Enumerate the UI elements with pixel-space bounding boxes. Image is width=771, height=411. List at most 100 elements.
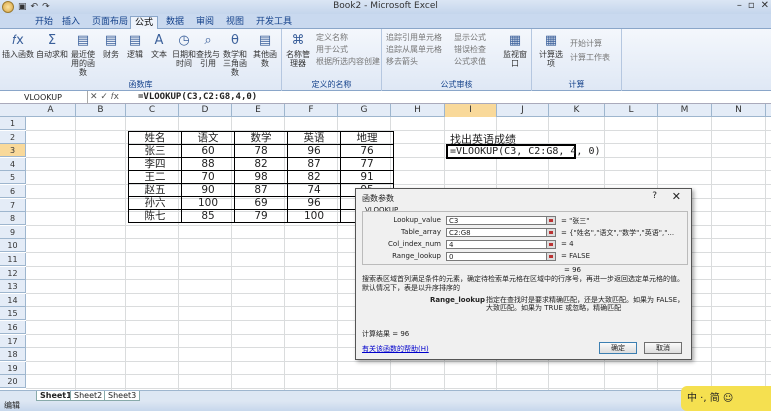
ime-toolbar[interactable]: 中 ·, 简 ☺ bbox=[681, 386, 771, 411]
table-cell[interactable]: 100 bbox=[181, 196, 235, 210]
tab-review[interactable]: 审阅 bbox=[192, 16, 218, 29]
table-cell[interactable]: 85 bbox=[181, 209, 235, 223]
column-header[interactable]: G bbox=[338, 104, 391, 117]
formula-input[interactable]: =VLOOKUP(C3,C2:G8,4,0) bbox=[138, 91, 257, 104]
column-header[interactable]: N bbox=[712, 104, 766, 117]
table-cell[interactable]: 78 bbox=[234, 144, 288, 158]
column-header[interactable]: A bbox=[26, 104, 76, 117]
table-cell[interactable]: 96 bbox=[287, 144, 341, 158]
arg-input[interactable]: 0 bbox=[446, 252, 552, 261]
collapse-dialog-icon[interactable] bbox=[546, 240, 556, 249]
row-header[interactable]: 15 bbox=[0, 307, 26, 321]
remove-arrows-button[interactable]: 移去箭头 bbox=[386, 57, 418, 66]
row-header[interactable]: 10 bbox=[0, 239, 26, 253]
tab-view[interactable]: 视图 bbox=[222, 16, 248, 29]
row-header[interactable]: 19 bbox=[0, 361, 26, 375]
row-header[interactable]: 16 bbox=[0, 321, 26, 334]
row-header[interactable]: 1 bbox=[0, 117, 26, 130]
row-header[interactable]: 7 bbox=[0, 198, 26, 212]
collapse-dialog-icon[interactable] bbox=[546, 228, 556, 237]
column-header[interactable]: I bbox=[445, 104, 497, 117]
column-header[interactable]: L bbox=[605, 104, 658, 117]
table-cell[interactable]: 77 bbox=[340, 157, 394, 171]
math-button[interactable]: θ 数学和三角函数 bbox=[222, 33, 248, 77]
logical-button[interactable]: ▤ 逻辑 bbox=[124, 33, 146, 59]
tab-formulas[interactable]: 公式 bbox=[130, 16, 159, 29]
text-button[interactable]: A 文本 bbox=[148, 33, 170, 59]
more-functions-button[interactable]: ▤ 其他函数 bbox=[250, 33, 280, 68]
tab-insert[interactable]: 插入 bbox=[58, 16, 84, 29]
row-header[interactable]: 9 bbox=[0, 225, 26, 239]
table-cell[interactable]: 88 bbox=[181, 157, 235, 171]
name-manager-button[interactable]: ⌘ 名称管理器 bbox=[284, 33, 312, 68]
lookup-button[interactable]: ⌕ 查找与引用 bbox=[196, 33, 220, 68]
watch-window-button[interactable]: ▦ 监视窗口 bbox=[500, 33, 530, 68]
row-header[interactable]: 5 bbox=[0, 171, 26, 185]
table-cell[interactable]: 82 bbox=[287, 170, 341, 184]
column-header[interactable]: E bbox=[232, 104, 285, 117]
ok-button[interactable]: 确定 bbox=[599, 342, 637, 354]
use-in-formula-button[interactable]: 用于公式 bbox=[316, 45, 348, 54]
table-cell[interactable]: 69 bbox=[234, 196, 288, 210]
table-cell[interactable]: 赵五 bbox=[128, 183, 182, 197]
table-cell[interactable]: 76 bbox=[340, 144, 394, 158]
arg-input[interactable]: 4 bbox=[446, 240, 552, 249]
row-header[interactable]: 6 bbox=[0, 185, 26, 198]
calc-now-button[interactable]: 开始计算 bbox=[570, 39, 602, 48]
row-header[interactable]: 13 bbox=[0, 280, 26, 294]
row-header[interactable]: 18 bbox=[0, 348, 26, 362]
table-cell[interactable]: 孙六 bbox=[128, 196, 182, 210]
table-cell[interactable]: 98 bbox=[234, 170, 288, 184]
cancel-button[interactable]: 取消 bbox=[644, 342, 682, 354]
help-icon[interactable]: ? bbox=[652, 191, 657, 201]
table-cell[interactable]: 英语 bbox=[287, 131, 341, 145]
trace-dependents-button[interactable]: 追踪从属单元格 bbox=[386, 45, 442, 54]
table-cell[interactable]: 96 bbox=[287, 196, 341, 210]
recent-functions-button[interactable]: ▤ 最近使用的函数 bbox=[68, 33, 98, 77]
table-cell[interactable]: 数学 bbox=[234, 131, 288, 145]
close-icon[interactable]: ✕ bbox=[672, 190, 681, 203]
column-header[interactable]: K bbox=[549, 104, 605, 117]
arg-input[interactable]: C2:G8 bbox=[446, 228, 552, 237]
calc-options-button[interactable]: ▦ 计算选项 bbox=[536, 33, 566, 68]
column-header[interactable]: F bbox=[285, 104, 338, 117]
row-header[interactable]: 2 bbox=[0, 130, 26, 144]
help-link[interactable]: 有关该函数的帮助(H) bbox=[362, 344, 429, 354]
column-header[interactable]: M bbox=[658, 104, 712, 117]
table-cell[interactable]: 语文 bbox=[181, 131, 235, 145]
row-header[interactable]: 4 bbox=[0, 157, 26, 171]
trace-precedents-button[interactable]: 追踪引用单元格 bbox=[386, 33, 442, 42]
table-cell[interactable]: 91 bbox=[340, 170, 394, 184]
collapse-dialog-icon[interactable] bbox=[546, 252, 556, 261]
calc-sheet-button[interactable]: 计算工作表 bbox=[570, 53, 610, 62]
tab-developer[interactable]: 开发工具 bbox=[252, 16, 296, 29]
table-cell[interactable]: 60 bbox=[181, 144, 235, 158]
close-window-icon[interactable]: ✕ bbox=[761, 0, 769, 11]
row-header[interactable]: 17 bbox=[0, 334, 26, 348]
sheet-tab[interactable]: Sheet3 bbox=[104, 391, 141, 401]
evaluate-formula-button[interactable]: 公式求值 bbox=[454, 57, 486, 66]
error-checking-button[interactable]: 错误检查 bbox=[454, 45, 486, 54]
column-header[interactable]: B bbox=[76, 104, 126, 117]
enter-icon[interactable]: ✓ bbox=[100, 92, 108, 102]
table-cell[interactable]: 陈七 bbox=[128, 209, 182, 223]
column-header[interactable]: H bbox=[391, 104, 445, 117]
show-formulas-button[interactable]: 显示公式 bbox=[454, 33, 486, 42]
table-cell[interactable]: 地理 bbox=[340, 131, 394, 145]
row-header[interactable]: 3 bbox=[0, 144, 26, 158]
table-cell[interactable]: 李四 bbox=[128, 157, 182, 171]
table-cell[interactable]: 87 bbox=[287, 157, 341, 171]
collapse-dialog-icon[interactable] bbox=[546, 216, 556, 225]
table-cell[interactable]: 74 bbox=[287, 183, 341, 197]
row-header[interactable]: 14 bbox=[0, 293, 26, 307]
insert-function-button[interactable]: 𝑓x 插入函数 bbox=[2, 33, 34, 59]
tab-data[interactable]: 数据 bbox=[162, 16, 188, 29]
cancel-icon[interactable]: ✕ bbox=[90, 92, 98, 102]
maximize-icon[interactable]: ▫ bbox=[748, 0, 755, 11]
autosum-button[interactable]: Σ 自动求和 bbox=[36, 33, 68, 59]
column-header[interactable]: C bbox=[126, 104, 179, 117]
table-cell[interactable]: 70 bbox=[181, 170, 235, 184]
define-name-button[interactable]: 定义名称 bbox=[316, 33, 348, 42]
fx-icon[interactable]: 𝑓x bbox=[111, 92, 119, 102]
column-header[interactable]: J bbox=[497, 104, 549, 117]
